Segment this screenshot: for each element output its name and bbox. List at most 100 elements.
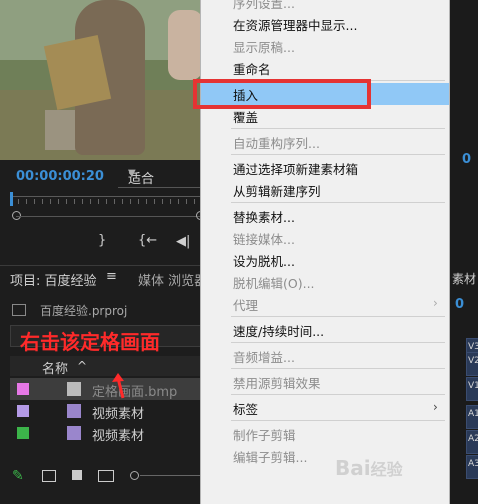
track-header-v2[interactable]: V2 [466,352,478,376]
menu-item[interactable]: 速度/持续时间... [201,319,449,341]
label-color-swatch[interactable] [17,427,29,439]
menu-item: 链接媒体... [201,227,449,249]
menu-item-label: 自动重构序列... [233,136,320,151]
annotation-text: 右击该定格画面 [20,330,160,354]
menu-item-label: 编辑子剪辑... [233,450,308,465]
menu-item: 脱机编辑(O)... [201,271,449,293]
menu-item[interactable]: 在资源管理器中显示... [201,13,449,35]
program-monitor-preview [0,0,205,160]
go-to-in-icon[interactable]: {← [138,233,157,248]
track-label: V2 [468,356,478,366]
menu-item[interactable]: 标签 › [201,397,449,419]
pencil-icon[interactable]: ✎ [12,468,24,484]
menu-separator [231,128,445,129]
context-menu: 序列设置... 在资源管理器中显示... 显示原稿... 重命名 插入 覆盖 自动重构序列.… [200,0,450,504]
menu-item-label: 代理 [233,298,259,313]
track-label: V1 [468,381,478,391]
menu-item: 显示原稿... [201,35,449,57]
track-header-a1[interactable]: A1 [466,405,478,429]
menu-item: 代理 › [201,293,449,315]
menu-separator [231,368,445,369]
menu-separator [231,342,445,343]
menu-item-label: 替换素材... [233,210,295,225]
menu-item[interactable]: 通过选择项新建素材箱 [201,157,449,179]
menu-item[interactable]: 替换素材... [201,205,449,227]
red-arrow-annotation [112,373,125,399]
menu-item: 自动重构序列... [201,131,449,153]
menu-item-label: 在资源管理器中显示... [233,18,358,33]
menu-item: 音频增益... [201,345,449,367]
track-header-a2[interactable]: A2 [466,430,478,454]
menu-separator [231,202,445,203]
time-ruler[interactable] [10,196,205,211]
menu-item: 序列设置... [201,0,449,13]
chevron-down-icon: ▼ [128,168,136,179]
menu-item-label: 覆盖 [233,110,259,125]
menu-separator [231,316,445,317]
playhead-timecode[interactable]: 00:00:00:20 [16,169,104,184]
panel-menu-icon[interactable]: ≡ [106,269,117,284]
project-item-label: 视频素材 [92,407,145,422]
menu-item-label: 通过选择项新建素材箱 [233,162,359,177]
menu-item-label: 设为脱机... [233,254,295,269]
label-color-swatch[interactable] [17,383,29,395]
menu-item: 禁用源剪辑效果 [201,371,449,393]
menu-item-label: 从剪辑新建序列 [233,184,321,199]
timeline-timecode-partial-2: 0 [455,297,465,312]
menu-item-label: 显示原稿... [233,40,295,55]
menu-item[interactable]: 从剪辑新建序列 [201,179,449,201]
menu-item: 制作子剪辑 [201,423,449,445]
list-view-icon[interactable] [42,470,56,482]
tab-source-partial[interactable]: 素材 [452,270,476,287]
watermark-logo: Bai经验 [335,456,403,480]
project-item-row[interactable]: 视频素材 [10,400,205,422]
menu-item[interactable]: 设为脱机... [201,249,449,271]
fit-zoom-select[interactable]: 适合 ▼ [118,167,204,188]
column-name-header[interactable]: 名称 [42,358,68,377]
track-label: V3 [468,342,478,352]
sort-ascending-icon[interactable]: ^ [77,359,87,373]
menu-item-label: 禁用源剪辑效果 [233,376,321,391]
icon-view-icon[interactable] [72,470,82,480]
chevron-right-icon: › [433,296,438,310]
menu-item[interactable]: 重命名 [201,57,449,79]
step-back-icon[interactable]: ◀| [176,234,190,249]
image-icon [67,382,81,396]
project-item-label: 视频素材 [92,429,145,444]
project-panel-toolbar: ✎ [0,458,205,504]
label-color-swatch[interactable] [17,405,29,417]
zoom-slider-handle[interactable] [130,471,139,480]
menu-item-label: 音频增益... [233,350,295,365]
menu-item: 编辑子剪辑... [201,445,449,467]
track-header-v1[interactable]: V1 [466,377,478,401]
highlight-annotation-box [193,79,371,109]
track-label: A2 [468,434,478,444]
chevron-right-icon: › [433,400,438,414]
tab-media-browser[interactable]: 媒体 浏览器 [138,270,207,289]
menu-separator [231,420,445,421]
menu-item-label: 序列设置... [233,0,295,11]
folder-icon [12,304,26,316]
menu-item-label: 脱机编辑(O)... [233,276,315,291]
timeline-timecode-partial: 0 [462,152,472,167]
menu-item-label: 标签 [233,402,259,417]
film-icon [67,426,81,440]
zoom-slider-track[interactable] [140,475,200,476]
freeform-view-icon[interactable] [98,470,114,482]
menu-separator [231,394,445,395]
menu-item-label: 链接媒体... [233,232,295,247]
zoom-scroll-bar[interactable] [16,216,206,217]
project-panel-title[interactable]: 项目: 百度经验 [10,270,97,289]
mark-out-icon[interactable]: } [98,233,106,248]
menu-item-label: 制作子剪辑 [233,428,296,443]
playhead-marker[interactable] [10,192,13,206]
menu-separator [231,154,445,155]
track-label: A3 [468,459,478,469]
project-file-name: 百度经验.prproj [40,304,128,318]
film-icon [67,404,81,418]
track-header-a3[interactable]: A3 [466,455,478,479]
track-label: A1 [468,409,478,419]
menu-item-label: 速度/持续时间... [233,324,325,339]
project-item-row[interactable]: 视频素材 [10,422,205,444]
menu-item-label: 重命名 [233,62,271,77]
